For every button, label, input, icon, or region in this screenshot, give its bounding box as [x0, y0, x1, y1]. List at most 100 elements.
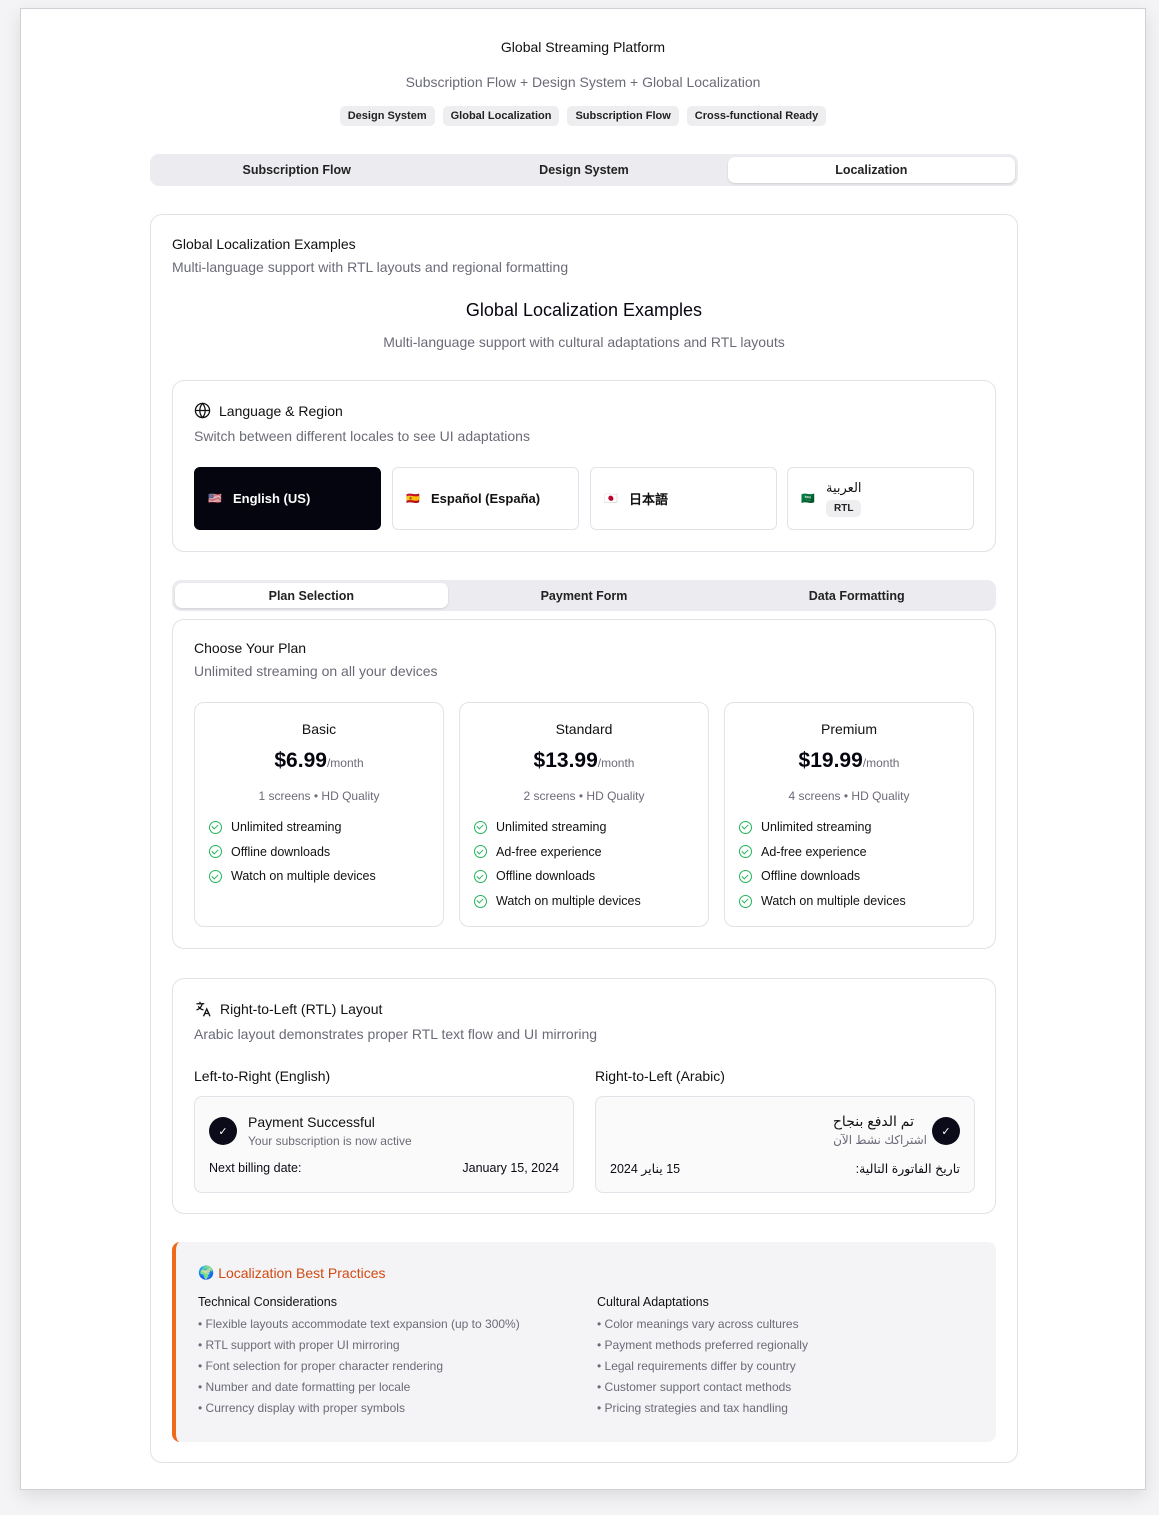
- cultural-list: • Color meanings vary across cultures • …: [597, 1317, 808, 1422]
- section-subtitle: Multi-language support with RTL layouts …: [172, 259, 569, 275]
- tab-data-formatting[interactable]: Data Formatting: [720, 583, 993, 608]
- plan-premium[interactable]: Premium $19.99/month 4 screens • HD Qual…: [724, 702, 974, 927]
- badge-subscription-flow: Subscription Flow: [567, 106, 679, 126]
- list-item: • Font selection for proper character re…: [198, 1359, 443, 1373]
- feature-item: Ad-free experience: [739, 840, 906, 865]
- best-practices-title: 🌍 Localization Best Practices: [198, 1265, 386, 1281]
- section-heading: Global Localization Examples: [465, 300, 703, 320]
- main-tabs: Subscription Flow Design System Localiza…: [150, 154, 1018, 186]
- plan-basic[interactable]: Basic $6.99/month 1 screens • HD Quality…: [194, 702, 444, 927]
- cultural-title: Cultural Adaptations: [597, 1295, 709, 1309]
- section-heading-sub: Multi-language support with cultural ada…: [383, 334, 785, 350]
- rtl-card-header: Right-to-Left (RTL) Layout: [194, 1000, 382, 1018]
- list-item: • Flexible layouts accommodate text expa…: [198, 1317, 520, 1331]
- check-circle-icon: [739, 820, 752, 834]
- list-item: • Pricing strategies and tax handling: [597, 1401, 788, 1415]
- rtl-card-title: Right-to-Left (RTL) Layout: [220, 1001, 383, 1017]
- language-card-title: Language & Region: [219, 402, 343, 419]
- check-icon: ✓: [932, 1117, 960, 1145]
- language-card-subtitle: Switch between different locales to see …: [194, 428, 530, 444]
- plan-price: $6.99: [274, 749, 327, 772]
- plan-meta: 1 screens • HD Quality: [258, 789, 380, 803]
- plan-name: Premium: [820, 721, 877, 737]
- plan-meta: 2 screens • HD Quality: [523, 789, 645, 803]
- locale-english-us[interactable]: 🇺🇸 English (US): [194, 467, 381, 530]
- technical-title: Technical Considerations: [198, 1295, 337, 1309]
- rtl-title: تم الدفع بنجاح: [832, 1113, 914, 1129]
- list-item: • Payment methods preferred regionally: [597, 1338, 808, 1352]
- tab-payment-form[interactable]: Payment Form: [448, 583, 721, 608]
- check-circle-icon: [474, 820, 487, 834]
- feature-item: Offline downloads: [739, 864, 906, 889]
- feature-list: Unlimited streaming Ad-free experience O…: [739, 815, 906, 913]
- rtl-badge: RTL: [826, 500, 862, 517]
- flag-jp-icon: 🇯🇵: [604, 493, 618, 505]
- feature-text: Watch on multiple devices: [496, 894, 641, 909]
- badge-global-localization: Global Localization: [442, 106, 560, 126]
- feature-text: Unlimited streaming: [496, 820, 607, 835]
- feature-item: Watch on multiple devices: [739, 889, 906, 914]
- list-item: • RTL support with proper UI mirroring: [198, 1338, 400, 1352]
- feature-item: Ad-free experience: [474, 840, 641, 865]
- page-subtitle: Subscription Flow + Design System + Glob…: [405, 74, 761, 90]
- ltr-label: Left-to-Right (English): [194, 1068, 331, 1084]
- feature-list: Unlimited streaming Offline downloads Wa…: [209, 815, 376, 889]
- locale-arabic-text: العربية RTL: [826, 480, 862, 517]
- check-circle-icon: [474, 845, 487, 859]
- feature-item: Watch on multiple devices: [474, 889, 641, 914]
- plan-name: Basic: [301, 721, 337, 737]
- check-circle-icon: [739, 894, 752, 908]
- ltr-title: Payment Successful: [248, 1114, 375, 1130]
- locale-japanese[interactable]: 🇯🇵 日本語: [590, 467, 777, 530]
- check-circle-icon: [739, 869, 752, 883]
- feature-text: Watch on multiple devices: [761, 894, 906, 909]
- plan-card: Choose Your Plan Unlimited streaming on …: [172, 619, 996, 949]
- app-window: Global Streaming Platform Subscription F…: [20, 8, 1146, 1490]
- ltr-sub: Your subscription is now active: [248, 1134, 412, 1148]
- feature-item: Unlimited streaming: [474, 815, 641, 840]
- check-circle-icon: [474, 869, 487, 883]
- plan-standard[interactable]: Standard $13.99/month 2 screens • HD Qua…: [459, 702, 709, 927]
- tab-plan-selection[interactable]: Plan Selection: [175, 583, 448, 608]
- ltr-billing-label: Next billing date:: [209, 1161, 302, 1175]
- rtl-billing-value: 15 يناير 2024: [610, 1162, 681, 1176]
- feature-text: Unlimited streaming: [761, 820, 872, 835]
- locale-label: 日本語: [629, 492, 669, 507]
- plan-price: $13.99: [533, 749, 598, 772]
- rtl-label: Right-to-Left (Arabic): [595, 1068, 725, 1084]
- rtl-card: Right-to-Left (RTL) Layout Arabic layout…: [172, 978, 996, 1214]
- locale-label: العربية: [826, 480, 862, 495]
- feature-text: Unlimited streaming: [231, 820, 342, 835]
- locale-spanish-spain[interactable]: 🇪🇸 Español (España): [392, 467, 579, 530]
- feature-list: Unlimited streaming Ad-free experience O…: [474, 815, 641, 913]
- check-circle-icon: [209, 845, 222, 859]
- sub-tabs: Plan Selection Payment Form Data Formatt…: [172, 580, 996, 611]
- list-item: • Customer support contact methods: [597, 1380, 792, 1394]
- badge-design-system: Design System: [339, 106, 435, 126]
- locale-arabic[interactable]: 🇸🇦 العربية RTL: [787, 467, 974, 530]
- feature-item: Offline downloads: [474, 864, 641, 889]
- flag-us-icon: 🇺🇸: [208, 493, 222, 505]
- ltr-billing-value: January 15, 2024: [462, 1161, 559, 1175]
- feature-item: Unlimited streaming: [739, 815, 906, 840]
- check-circle-icon: [209, 820, 222, 834]
- tab-design-system[interactable]: Design System: [440, 157, 727, 183]
- plan-price-row: $19.99/month: [725, 749, 973, 773]
- translate-icon: [196, 1001, 211, 1017]
- feature-text: Offline downloads: [496, 869, 596, 884]
- check-circle-icon: [739, 845, 752, 859]
- localization-panel: Global Localization Examples Multi-langu…: [150, 214, 1018, 1463]
- check-icon: ✓: [209, 1117, 237, 1145]
- technical-list: • Flexible layouts accommodate text expa…: [198, 1317, 520, 1422]
- badge-row: Design System Global Localization Subscr…: [21, 106, 1145, 126]
- locale-label: Español (España): [431, 491, 541, 506]
- plan-meta: 4 screens • HD Quality: [788, 789, 910, 803]
- section-title: Global Localization Examples: [172, 236, 356, 252]
- tab-localization[interactable]: Localization: [727, 157, 1015, 183]
- plan-period: /month: [597, 756, 635, 770]
- language-region-card: Language & Region Switch between differe…: [172, 380, 996, 552]
- rtl-card-subtitle: Arabic layout demonstrates proper RTL te…: [194, 1026, 598, 1042]
- earth-icon: 🌍: [198, 1265, 215, 1280]
- tab-subscription-flow[interactable]: Subscription Flow: [153, 157, 440, 183]
- plan-name: Standard: [555, 721, 613, 737]
